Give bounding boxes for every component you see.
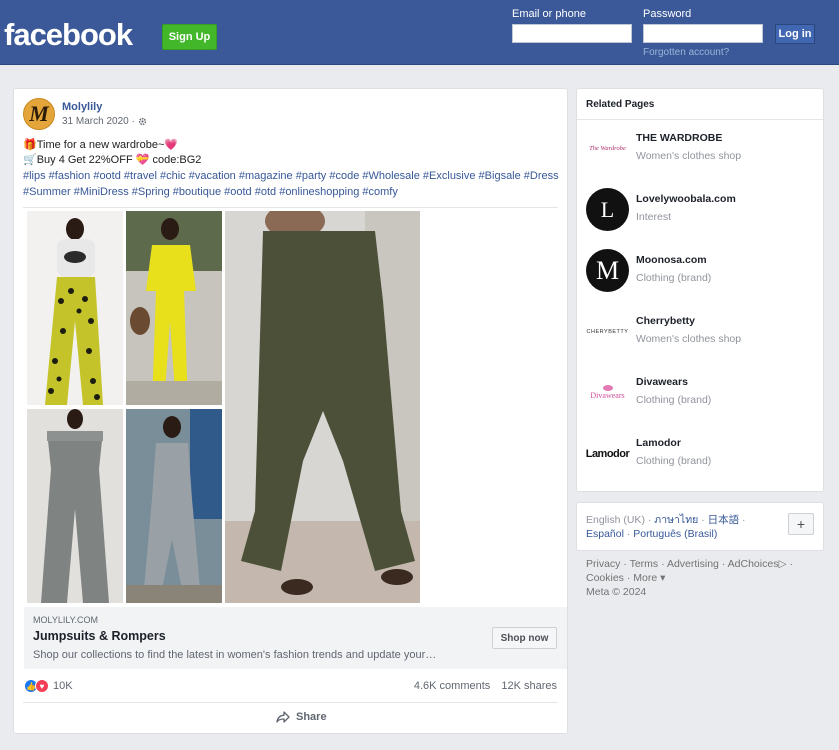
related-page-item[interactable]: M Moonosa.com Clothing (brand) bbox=[586, 249, 816, 293]
page-name[interactable]: Lamodor bbox=[636, 437, 681, 449]
page-logo: CHERYBETTY bbox=[586, 310, 629, 353]
more-languages-button[interactable]: + bbox=[788, 513, 814, 535]
logo-text: The Wardrobe bbox=[589, 145, 626, 152]
related-page-item[interactable]: L Lovelywoobala.com Interest bbox=[586, 188, 816, 232]
post-line-2: 🛒Buy 4 Get 22%OFF 💝 code:BG2 bbox=[23, 154, 202, 166]
page-logo: M bbox=[586, 249, 629, 292]
password-label: Password bbox=[643, 8, 692, 20]
divider bbox=[577, 119, 823, 120]
footer-link-privacy[interactable]: Privacy bbox=[586, 558, 620, 570]
share-button[interactable]: Share bbox=[276, 711, 327, 723]
current-language: English (UK) bbox=[586, 514, 645, 526]
share-label: Share bbox=[296, 711, 327, 723]
page-logo: L bbox=[586, 188, 629, 231]
author-avatar[interactable]: M bbox=[23, 98, 55, 130]
footer-link-advertising[interactable]: Advertising bbox=[667, 558, 719, 570]
email-input[interactable] bbox=[512, 24, 632, 43]
page-name[interactable]: Moonosa.com bbox=[636, 254, 707, 266]
forgot-account-link[interactable]: Forgotten account? bbox=[643, 47, 729, 58]
photo-leopard-outfit[interactable] bbox=[27, 211, 123, 405]
language-link-portuguese[interactable]: Português (Brasil) bbox=[633, 528, 717, 540]
login-button[interactable]: Log in bbox=[775, 24, 815, 44]
page-name[interactable]: Divawears bbox=[636, 376, 688, 388]
reactions-count: 10K bbox=[53, 680, 73, 692]
language-link-japanese[interactable]: 日本語 bbox=[708, 514, 740, 526]
related-page-item[interactable]: Lamodor Lamodor Clothing (brand) bbox=[586, 432, 816, 476]
page-category: Clothing (brand) bbox=[636, 455, 712, 467]
language-link-thai[interactable]: ภาษาไทย bbox=[654, 514, 698, 526]
photo-grey-offshoulder[interactable] bbox=[27, 409, 123, 603]
page-category: Clothing (brand) bbox=[636, 394, 712, 406]
language-list: English (UK) · ภาษาไทย · 日本語 · Español ·… bbox=[586, 514, 746, 540]
post-stats: 4.6K comments 12K shares bbox=[406, 680, 557, 692]
photo-olive-jumpsuit[interactable] bbox=[225, 211, 420, 603]
adchoices-icon: ▷ bbox=[778, 558, 787, 570]
footer-link-cookies[interactable]: Cookies bbox=[586, 572, 624, 584]
link-title[interactable]: Jumpsuits & Rompers bbox=[33, 629, 166, 643]
language-panel: English (UK) · ภาษาไทย · 日本語 · Español ·… bbox=[576, 502, 824, 551]
page-name[interactable]: Cherrybetty bbox=[636, 315, 695, 327]
related-pages-panel: Related Pages The Wardrobe THE WARDROBE … bbox=[576, 88, 824, 492]
page-logo: Divawears bbox=[586, 371, 629, 414]
chevron-down-icon: ▾ bbox=[660, 572, 666, 584]
divider bbox=[23, 702, 558, 703]
avatar-letter: M bbox=[29, 101, 49, 126]
copyright: Meta © 2024 bbox=[586, 586, 647, 598]
password-input[interactable] bbox=[643, 24, 763, 43]
logo-text: L bbox=[600, 196, 615, 222]
logo-text: M bbox=[595, 255, 620, 285]
post-date[interactable]: 31 March 2020 · bbox=[62, 116, 135, 127]
related-page-item[interactable]: CHERYBETTY Cherrybetty Women's clothes s… bbox=[586, 310, 816, 354]
divider bbox=[23, 207, 558, 208]
page-category: Interest bbox=[636, 211, 672, 223]
page-category: Women's clothes shop bbox=[636, 333, 742, 345]
love-reaction-icon: ♥ bbox=[35, 679, 49, 693]
logo-text: Lamodor bbox=[585, 447, 630, 460]
share-icon bbox=[276, 711, 290, 723]
page-name[interactable]: Lovelywoobala.com bbox=[636, 193, 736, 205]
language-link-spanish[interactable]: Español bbox=[586, 528, 624, 540]
post-author[interactable]: Molylily bbox=[62, 101, 102, 113]
comments-count[interactable]: 4.6K comments bbox=[414, 680, 490, 692]
shop-now-button[interactable]: Shop now bbox=[492, 627, 557, 649]
facebook-logo[interactable]: facebook bbox=[4, 17, 133, 53]
link-description: Shop our collections to find the latest … bbox=[33, 649, 437, 661]
footer-link-adchoices[interactable]: AdChoices bbox=[728, 558, 779, 570]
signup-button[interactable]: Sign Up bbox=[162, 24, 217, 50]
shares-count[interactable]: 12K shares bbox=[501, 680, 557, 692]
page-logo: Lamodor bbox=[585, 432, 630, 475]
page-category: Women's clothes shop bbox=[636, 150, 742, 162]
top-bar: facebook Sign Up Email or phone Password… bbox=[0, 0, 839, 65]
audience-globe-icon bbox=[138, 117, 147, 126]
page-name[interactable]: THE WARDROBE bbox=[636, 132, 722, 144]
footer: Privacy · Terms · Advertising · AdChoice… bbox=[586, 558, 793, 598]
plus-icon: + bbox=[796, 516, 806, 532]
related-page-item[interactable]: The Wardrobe THE WARDROBE Women's clothe… bbox=[586, 127, 816, 171]
photo-yellow-jumpsuit[interactable] bbox=[126, 211, 222, 405]
page-logo: The Wardrobe bbox=[586, 127, 629, 170]
post-line-1: 🎁Time for a new wardrobe~💗 bbox=[23, 139, 179, 151]
page-category: Clothing (brand) bbox=[636, 272, 712, 284]
email-label: Email or phone bbox=[512, 8, 586, 20]
logo-text: CHERYBETTY bbox=[586, 328, 629, 335]
link-domain: MOLYLILY.COM bbox=[33, 615, 99, 625]
footer-link-more[interactable]: More bbox=[633, 572, 657, 584]
related-page-item[interactable]: Divawears Divawears Clothing (brand) bbox=[586, 371, 816, 415]
logo-text: Divawears bbox=[590, 391, 625, 400]
footer-link-terms[interactable]: Terms bbox=[630, 558, 659, 570]
reactions-summary[interactable]: 👍 ♥ 10K bbox=[24, 679, 73, 693]
link-preview[interactable]: MOLYLILY.COM Jumpsuits & Rompers Shop ou… bbox=[24, 607, 567, 669]
photo-grey-harem[interactable] bbox=[126, 409, 222, 603]
related-pages-title: Related Pages bbox=[586, 99, 655, 110]
post-card: M Molylily 31 March 2020 · 🎁Time for a n… bbox=[13, 88, 568, 734]
post-hashtags[interactable]: #lips #fashion #ootd #travel #chic #vaca… bbox=[23, 169, 563, 200]
